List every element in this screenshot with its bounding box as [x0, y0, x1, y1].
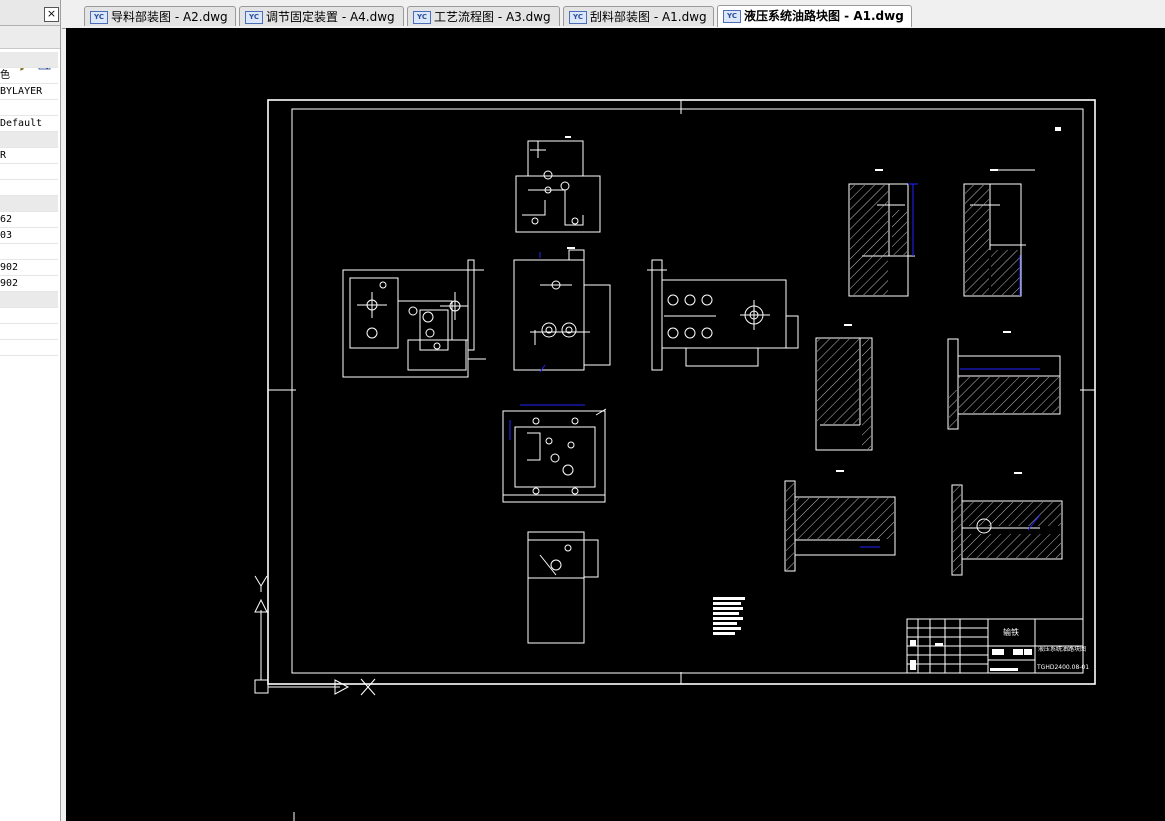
document-tab[interactable]: YC 工艺流程图 - A3.dwg [407, 6, 560, 26]
property-row[interactable]: R [0, 148, 58, 164]
property-row[interactable] [0, 244, 58, 260]
title-name-text: 液压系统油路块图 [1038, 645, 1086, 653]
title-code-text: TGHD2400.08-01 [1036, 664, 1089, 671]
document-tab-bar: YC 导料部装图 - A2.dwg YC 调节固定装置 - A4.dwg YC 工艺流程图… [62, 0, 1165, 29]
tab-label: 刮料部装图 - A1.dwg [590, 10, 707, 24]
dwg-file-icon: YC [245, 11, 263, 24]
close-panel-button[interactable]: × [44, 7, 59, 22]
section-view-6 [951, 484, 1063, 576]
property-row[interactable]: Default [0, 116, 58, 132]
property-row[interactable] [0, 324, 58, 340]
document-tab[interactable]: YC 刮料部装图 - A1.dwg [563, 6, 714, 26]
property-section-header[interactable] [0, 292, 58, 308]
ucs-icon [254, 575, 376, 696]
part-view-top [515, 140, 601, 233]
dwg-file-icon: YC [90, 11, 108, 24]
tab-label: 工艺流程图 - A3.dwg [434, 10, 551, 24]
dwg-file-icon: YC [723, 10, 741, 23]
property-section-header[interactable] [0, 132, 58, 148]
property-section-header[interactable] [0, 52, 58, 68]
property-row[interactable]: BYLAYER [0, 84, 58, 100]
property-row[interactable]: 03 [0, 228, 58, 244]
property-row[interactable] [0, 100, 58, 116]
dwg-file-icon: YC [413, 11, 431, 24]
properties-toolbar: ▾ [0, 26, 60, 71]
part-view-left [342, 259, 486, 378]
tab-label: 导料部装图 - A2.dwg [111, 10, 228, 24]
document-tab[interactable]: YC 液压系统油路块图 - A1.dwg [717, 5, 912, 27]
property-row[interactable] [0, 164, 58, 180]
properties-panel: × ▾ 色 BYLAYER Default R 6203 902902 [0, 0, 61, 821]
drawing-canvas[interactable]: 输铁 液压系统油路块图 TGHD2400.08-01 [66, 28, 1165, 821]
part-view-center [513, 249, 611, 371]
property-row[interactable]: 色 [0, 68, 58, 84]
property-row[interactable] [0, 180, 58, 196]
property-row[interactable] [0, 340, 58, 356]
tab-label: 液压系统油路块图 - A1.dwg [744, 9, 904, 23]
property-row[interactable]: 62 [0, 212, 58, 228]
properties-panel-header: × [0, 0, 60, 26]
cad-drawing: 输铁 液压系统油路块图 TGHD2400.08-01 [254, 99, 1096, 821]
document-tab[interactable]: YC 调节固定装置 - A4.dwg [239, 6, 404, 26]
dwg-file-icon: YC [569, 11, 587, 24]
part-view-right-center [647, 259, 799, 371]
part-view-bottom [527, 531, 599, 644]
title-company-text: 输铁 [1003, 627, 1019, 637]
tab-label: 调节固定装置 - A4.dwg [266, 10, 395, 24]
property-row[interactable] [0, 308, 58, 324]
document-tab[interactable]: YC 导料部装图 - A2.dwg [84, 6, 236, 26]
part-view-plate [502, 408, 607, 503]
property-row[interactable]: 902 [0, 276, 58, 292]
property-section-header[interactable] [0, 196, 58, 212]
property-row[interactable]: 902 [0, 260, 58, 276]
